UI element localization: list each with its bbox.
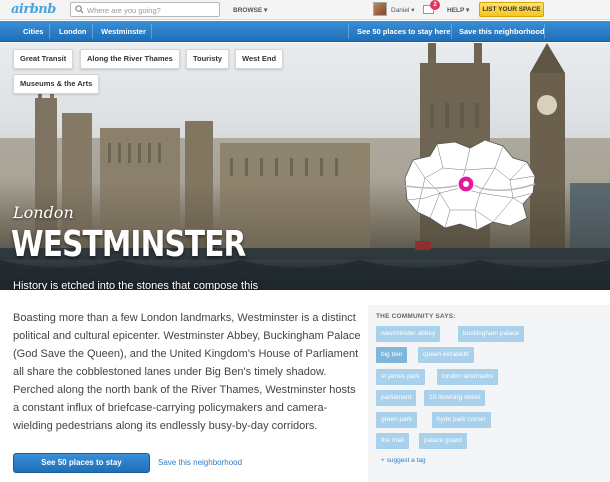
community-tag[interactable]: london landmarks bbox=[437, 369, 499, 385]
save-neighborhood-link[interactable]: Save this neighborhood bbox=[459, 21, 544, 42]
tag-museums-arts[interactable]: Museums & the Arts bbox=[13, 74, 100, 94]
user-menu[interactable]: Daniel ▾ bbox=[391, 6, 415, 14]
search-input[interactable] bbox=[87, 4, 217, 16]
community-tag[interactable]: big ben bbox=[376, 347, 408, 363]
browse-menu[interactable]: BROWSE ▾ bbox=[233, 6, 267, 14]
avatar[interactable] bbox=[373, 2, 387, 16]
community-tag[interactable]: palace guard bbox=[419, 433, 467, 449]
messages-badge: 2 bbox=[430, 0, 440, 10]
help-menu[interactable]: HELP ▾ bbox=[447, 6, 469, 14]
community-title: THE COMMUNITY SAYS: bbox=[376, 313, 456, 320]
community-tag[interactable]: st james park bbox=[376, 369, 425, 385]
search-box[interactable] bbox=[70, 2, 220, 17]
tag-west-end[interactable]: West End bbox=[235, 49, 284, 69]
neighborhood-description: Boasting more than a few London landmark… bbox=[13, 312, 361, 432]
breadcrumb-bar: Cities London Westminster See 50 places … bbox=[0, 21, 610, 42]
tag-river-thames[interactable]: Along the River Thames bbox=[80, 49, 180, 69]
save-neighborhood-link[interactable]: Save this neighborhood bbox=[158, 458, 242, 467]
hero-banner: Great Transit Along the River Thames Tou… bbox=[0, 43, 610, 290]
nav-divider bbox=[451, 24, 452, 39]
breadcrumb-cities[interactable]: Cities bbox=[23, 21, 43, 42]
nav-divider bbox=[49, 24, 50, 39]
city-name: London bbox=[13, 203, 74, 222]
nav-divider bbox=[151, 24, 152, 39]
see-places-button[interactable]: See 50 places to stay bbox=[13, 453, 150, 473]
breadcrumb-london[interactable]: London bbox=[59, 21, 87, 42]
community-tag[interactable]: the mall bbox=[376, 433, 409, 449]
location-pin-icon bbox=[457, 175, 475, 193]
nav-divider bbox=[92, 24, 93, 39]
community-tag[interactable]: queen elizabeth bbox=[418, 347, 474, 363]
community-tag[interactable]: hyde park corner bbox=[432, 412, 491, 428]
community-tag[interactable]: westminster abbey bbox=[376, 326, 441, 342]
hero-tagline: History is etched into the stones that c… bbox=[13, 280, 259, 290]
suggest-tag-link[interactable]: + suggest a tag bbox=[381, 457, 426, 464]
top-bar: airbnb BROWSE ▾ Daniel ▾ 2 HELP ▾ LIST Y… bbox=[0, 0, 610, 20]
search-icon bbox=[75, 5, 84, 14]
community-tag[interactable]: green park bbox=[376, 412, 418, 428]
page-title: WESTMINSTER bbox=[11, 224, 246, 265]
airbnb-logo[interactable]: airbnb bbox=[11, 2, 56, 17]
list-your-space-button[interactable]: LIST YOUR SPACE bbox=[479, 2, 544, 17]
community-tag[interactable]: buckingham palace bbox=[458, 326, 525, 342]
tag-great-transit[interactable]: Great Transit bbox=[13, 49, 74, 69]
tag-touristy[interactable]: Touristy bbox=[186, 49, 230, 69]
nav-divider bbox=[544, 24, 545, 39]
community-tag[interactable]: parliament bbox=[376, 390, 417, 406]
breadcrumb-westminster[interactable]: Westminster bbox=[101, 21, 146, 42]
community-tag[interactable]: 10 downing street bbox=[424, 390, 486, 406]
nav-divider bbox=[348, 24, 349, 39]
see-places-link[interactable]: See 50 places to stay here bbox=[357, 21, 450, 42]
